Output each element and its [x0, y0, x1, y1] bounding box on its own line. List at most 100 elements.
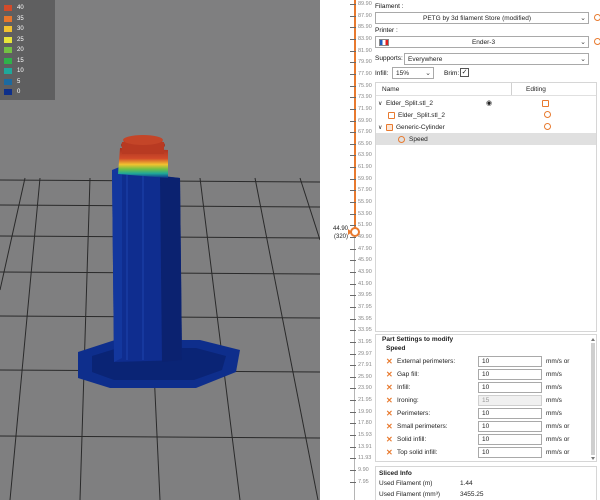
slider-readout-layer: (320)	[333, 234, 348, 240]
slider-tick-label: 47.90	[358, 245, 372, 252]
supports-value: Everywhere	[408, 55, 443, 63]
legend-entry: 0	[4, 87, 20, 97]
remove-setting-icon[interactable]: ✕	[386, 383, 394, 392]
printer-value: Ender-3	[471, 38, 496, 46]
slider-tick	[350, 132, 356, 134]
slider-tick	[350, 97, 356, 99]
remove-setting-icon[interactable]: ✕	[386, 435, 394, 444]
slider-tick-label: 77.90	[358, 70, 372, 77]
setting-label: Gap fill:	[397, 370, 420, 378]
slider-tick	[350, 213, 356, 215]
filament-combo[interactable]: PETG by 3d filament Store (modified) ⌄	[375, 12, 589, 24]
slider-tick	[350, 400, 356, 402]
remove-setting-icon[interactable]: ✕	[386, 370, 394, 379]
infill-combo[interactable]: 15% ⌄	[392, 67, 434, 79]
visibility-eye-icon[interactable]: ◉	[486, 99, 492, 107]
tree-row-object[interactable]: ∨ Elder_Split.stl_2 ◉	[376, 97, 596, 109]
chevron-down-icon[interactable]: ⌄	[578, 55, 588, 63]
column-header-editing[interactable]: Editing	[526, 83, 546, 95]
chevron-down-icon[interactable]: ⌄	[578, 38, 588, 46]
slider-tick-label: 83.90	[358, 35, 372, 42]
legend-label: 0	[17, 89, 21, 95]
part-setting-row: ✕ Infill:	[386, 381, 477, 393]
tree-row-modifier[interactable]: ∨ Generic-Cylinder	[376, 121, 596, 133]
color-legend: 40 35 30 25 20 15 10 5 0	[0, 0, 55, 100]
part-setting-row: ✕ Small perimeters:	[386, 420, 477, 432]
supports-combo[interactable]: Everywhere ⌄	[404, 53, 589, 65]
tree-row-part[interactable]: Elder_Split.stl_2	[376, 109, 596, 121]
slider-tick	[350, 458, 356, 460]
settings-panel: Filament : PETG by 3d filament Store (mo…	[372, 0, 600, 500]
legend-entry: 20	[4, 45, 24, 55]
filament-settings-gear-icon[interactable]	[594, 14, 600, 21]
slider-tick	[350, 27, 356, 29]
expand-chevron-icon[interactable]: ∨	[378, 100, 386, 107]
slider-tick	[350, 260, 356, 262]
remove-setting-icon[interactable]: ✕	[386, 396, 394, 405]
slider-tick-label: 9.90	[358, 467, 369, 473]
setting-unit: mm/s or	[546, 436, 570, 443]
expand-chevron-icon[interactable]: ∨	[378, 124, 386, 131]
slider-tick	[350, 85, 356, 87]
part-settings-gear-icon[interactable]	[544, 111, 551, 118]
layer-slider[interactable]: 89.90 87.90 85.90 83.90 81.90 79.90 77.90 75.90…	[320, 0, 372, 500]
brim-checkbox[interactable]: ✓	[460, 68, 469, 77]
slider-tick	[350, 376, 356, 378]
tree-row-label: Generic-Cylinder	[396, 123, 445, 131]
printer-combo[interactable]: Ender-3 ⌄	[375, 36, 589, 48]
slider-tick	[350, 283, 356, 285]
slider-tick	[350, 248, 356, 250]
chevron-down-icon[interactable]: ⌄	[578, 14, 588, 22]
legend-entry: 25	[4, 35, 24, 45]
remove-setting-icon[interactable]: ✕	[386, 357, 394, 366]
remove-setting-icon[interactable]: ✕	[386, 409, 394, 418]
filament-label: Filament :	[375, 3, 404, 10]
modifier-settings-gear-icon[interactable]	[544, 123, 551, 130]
slider-tick	[350, 318, 356, 320]
part-setting-row: ✕ External perimeters:	[386, 355, 477, 367]
column-header-name[interactable]: Name	[382, 83, 399, 95]
tree-row-speed[interactable]: Speed	[376, 133, 596, 145]
setting-value-input[interactable]: 10	[478, 408, 542, 419]
setting-value-input[interactable]: 10	[478, 434, 542, 445]
brim-label: Brim:	[444, 70, 460, 77]
chevron-down-icon[interactable]: ⌄	[423, 69, 433, 77]
slider-tick-label: 33.95	[358, 327, 372, 334]
setting-value-input[interactable]: 10	[478, 447, 542, 458]
setting-label: Perimeters:	[397, 409, 431, 417]
legend-label: 10	[17, 68, 24, 74]
remove-setting-icon[interactable]: ✕	[386, 448, 394, 457]
setting-value-input[interactable]: 10	[478, 382, 542, 393]
part-settings-group: Speed	[386, 345, 406, 352]
remove-setting-icon[interactable]: ✕	[386, 422, 394, 431]
legend-entry: 10	[4, 66, 24, 76]
slider-tick-label: 43.90	[358, 268, 372, 275]
setting-label: Infill:	[397, 383, 411, 391]
slider-tick-label: 69.90	[358, 117, 372, 124]
setting-unit: mm/s	[546, 397, 562, 404]
part-settings-scrollbar[interactable]	[590, 337, 596, 461]
setting-value-input[interactable]: 10	[478, 356, 542, 367]
slider-tick	[350, 353, 356, 355]
edit-object-icon[interactable]	[542, 99, 549, 107]
slider-tick-label: 31.95	[358, 338, 372, 345]
setting-value-input[interactable]: 10	[478, 421, 542, 432]
slider-tick-label: 7.95	[358, 478, 369, 485]
slider-tick	[350, 178, 356, 180]
3d-preview-viewport[interactable]: 40 35 30 25 20 15 10 5 0	[0, 0, 320, 500]
slider-tick-label: 35.95	[358, 315, 372, 322]
slider-thumb[interactable]	[350, 227, 360, 237]
slider-tick-label: 53.90	[358, 210, 372, 217]
slider-tick-label: 55.90	[358, 199, 372, 206]
slider-tick	[350, 108, 356, 110]
printer-settings-gear-icon[interactable]	[594, 38, 600, 45]
slider-tick	[350, 435, 356, 437]
slider-tick	[350, 271, 356, 273]
slider-tick	[350, 341, 356, 343]
legend-label: 5	[17, 78, 21, 85]
slider-tick-label: 37.95	[358, 303, 372, 310]
slider-tick	[350, 73, 356, 75]
setting-value-input[interactable]: 10	[478, 369, 542, 380]
tree-row-label: Elder_Split.stl_2	[386, 99, 433, 107]
part-settings-box: Part Settings to modify Speed ✕ External …	[375, 334, 597, 462]
